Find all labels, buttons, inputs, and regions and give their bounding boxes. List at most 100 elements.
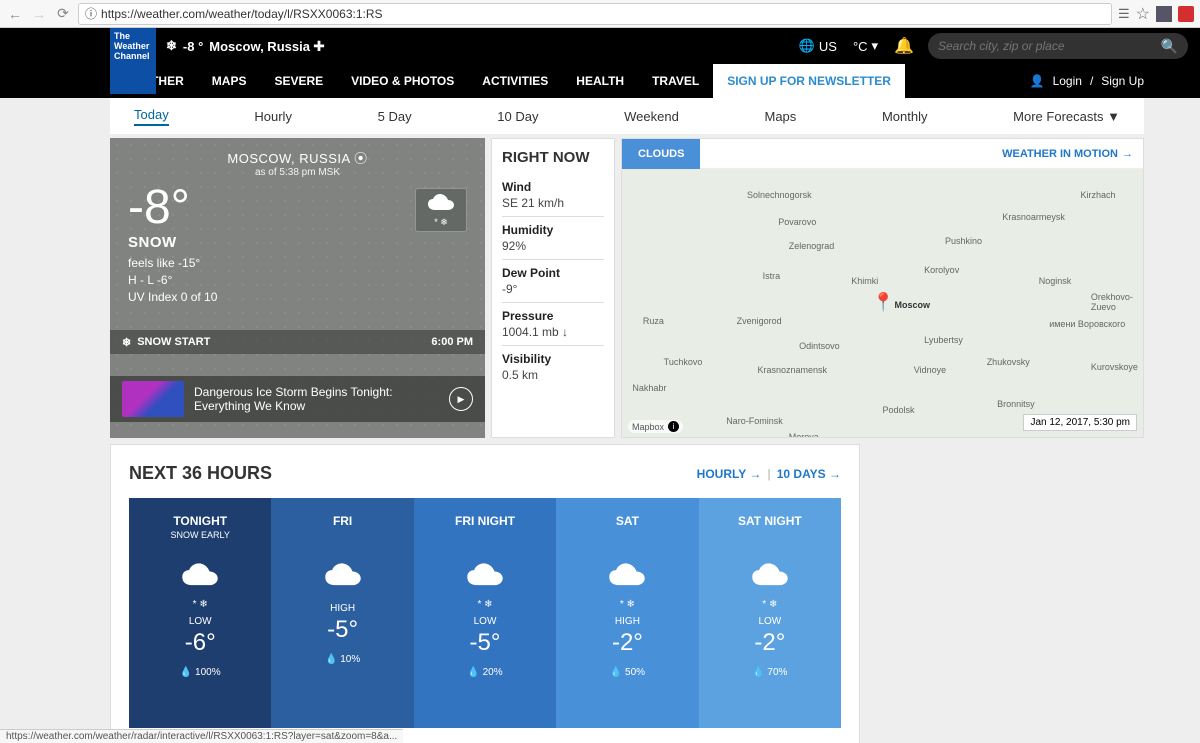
map-city-label: Mereva (789, 432, 819, 437)
map-city-label: Orekhovo-Zuevo (1091, 292, 1143, 312)
hero-condition-icon: * ❄ (415, 188, 467, 232)
nav-item-travel[interactable]: TRAVEL (638, 64, 713, 98)
play-icon[interactable]: ▶ (449, 387, 473, 411)
map-city-label: Khimki (851, 276, 878, 286)
header-location[interactable]: ❄ -8 ° Moscow, Russia (166, 38, 310, 54)
map-city-label: Solnechnogorsk (747, 190, 812, 200)
hero-details: feels like -15° H - L -6° UV Index 0 of … (128, 255, 217, 305)
map-city-label: Zelenograd (789, 241, 835, 251)
subnav-item-maps[interactable]: Maps (765, 109, 797, 124)
map-marker-icon: 📍Moscow (872, 292, 930, 313)
subnav-item-hourly[interactable]: Hourly (254, 109, 292, 124)
globe-icon: 🌐 (799, 38, 815, 54)
nav-item-video-photos[interactable]: VIDEO & PHOTOS (337, 64, 468, 98)
news-thumbnail (122, 381, 184, 417)
nav-item-maps[interactable]: MAPS (198, 64, 261, 98)
map-panel: CLOUDS WEATHER IN MOTION→ 📍Moscow Jan 12… (621, 138, 1144, 438)
snowflake-icon: ❄ (122, 336, 131, 349)
signup-link[interactable]: Sign Up (1101, 74, 1144, 88)
hero-strip[interactable]: ❄SNOW START 6:00 PM (110, 330, 485, 354)
stat-wind: WindSE 21 km/h (502, 174, 604, 217)
map-city-label: Noginsk (1039, 276, 1072, 286)
nav-item-activities[interactable]: ACTIVITIES (468, 64, 562, 98)
bookmark-star-icon[interactable]: ☆ (1136, 4, 1150, 24)
search-box[interactable]: 🔍 (928, 33, 1188, 59)
hero-condition: SNOW (128, 234, 217, 251)
forward-icon[interactable]: → (30, 5, 48, 23)
map-city-label: Kirzhach (1080, 190, 1115, 200)
subnav-item-10-day[interactable]: 10 Day (497, 109, 538, 124)
login-link[interactable]: Login (1053, 74, 1082, 88)
logo[interactable]: The Weather Channel (110, 28, 156, 94)
map-city-label: Povarovo (778, 217, 816, 227)
user-icon: 👤 (1030, 74, 1045, 88)
subnav-item-monthly[interactable]: Monthly (882, 109, 928, 124)
hero-location: MOSCOW, RUSSIA ⦿ (110, 138, 485, 167)
map-canvas[interactable]: 📍Moscow Jan 12, 2017, 5:30 pm Mapboxi So… (622, 169, 1143, 437)
nav-newsletter[interactable]: SIGN UP FOR NEWSLETTER (713, 64, 905, 98)
map-city-label: Istra (763, 271, 781, 281)
map-city-label: Vidnoye (914, 365, 946, 375)
translate-icon[interactable]: ☰ (1118, 6, 1130, 22)
nav-item-severe[interactable]: SEVERE (260, 64, 337, 98)
snowflake-icon: ❄ (166, 38, 177, 54)
add-location-button[interactable]: ✚ (310, 37, 328, 55)
browser-status-bar: https://weather.com/weather/radar/intera… (0, 729, 403, 743)
unit-select[interactable]: °C▾ (845, 38, 886, 54)
main-nav: WEATHERMAPSSEVEREVIDEO & PHOTOSACTIVITIE… (0, 64, 1200, 98)
map-timestamp: Jan 12, 2017, 5:30 pm (1023, 414, 1137, 431)
forecast-card[interactable]: FRI NIGHT * ❄LOW-5°💧 20% (414, 498, 556, 728)
forecast-card[interactable]: FRI HIGH-5°💧 10% (271, 498, 413, 728)
url-text: https://weather.com/weather/today/l/RSXX… (101, 7, 382, 21)
subnav-item-weekend[interactable]: Weekend (624, 109, 679, 124)
search-input[interactable] (938, 39, 1161, 53)
stat-pressure: Pressure1004.1 mb ↓ (502, 303, 604, 346)
back-icon[interactable]: ← (6, 5, 24, 23)
right-now-panel: RIGHT NOW WindSE 21 km/hHumidity92%Dew P… (491, 138, 615, 438)
weather-in-motion-link[interactable]: WEATHER IN MOTION→ (992, 148, 1143, 160)
hero-news[interactable]: Dangerous Ice Storm Begins Tonight: Ever… (110, 376, 485, 422)
extension-icon-1[interactable] (1156, 6, 1172, 22)
notifications-icon[interactable]: 🔔 (886, 36, 922, 56)
chevron-down-icon: ▾ (872, 38, 879, 54)
forecast-card[interactable]: TONIGHTSNOW EARLY* ❄LOW-6°💧 100% (129, 498, 271, 728)
hero-temp: -8° (128, 184, 217, 232)
forecast-card[interactable]: SAT * ❄HIGH-2°💧 50% (556, 498, 698, 728)
stat-humidity: Humidity92% (502, 217, 604, 260)
target-icon[interactable]: ⦿ (354, 151, 368, 166)
top-bar: The Weather Channel ❄ -8 ° Moscow, Russi… (0, 28, 1200, 64)
map-city-label: Korolyov (924, 265, 959, 275)
map-attribution: Mapboxi (628, 420, 683, 433)
map-city-label: имени Воровского (1049, 319, 1125, 329)
subnav-item-5-day[interactable]: 5 Day (378, 109, 412, 124)
stat-dew-point: Dew Point-9° (502, 260, 604, 303)
subnav-item-more-forecasts-[interactable]: More Forecasts ▼ (1013, 109, 1120, 124)
map-city-label: Odintsovo (799, 341, 840, 351)
map-city-label: Naro-Fominsk (726, 416, 783, 426)
map-city-label: Ruza (643, 316, 664, 326)
map-city-label: Krasnoznamensk (757, 365, 827, 375)
search-icon[interactable]: 🔍 (1161, 38, 1178, 55)
info-icon: ⓘ (85, 5, 97, 22)
subnav-item-today[interactable]: Today (134, 107, 169, 126)
map-tab-clouds[interactable]: CLOUDS (622, 139, 700, 169)
forecast-card[interactable]: SAT NIGHT * ❄LOW-2°💧 70% (699, 498, 841, 728)
map-city-label: Pushkino (945, 236, 982, 246)
ten-days-link[interactable]: 10 DAYS → (777, 467, 841, 481)
nav-item-health[interactable]: HEALTH (562, 64, 638, 98)
next-36-title: NEXT 36 HOURS (129, 463, 272, 484)
extension-icon-2[interactable] (1178, 6, 1194, 22)
stat-visibility: Visibility0.5 km (502, 346, 604, 388)
map-city-label: Nakhabr (632, 383, 666, 393)
url-bar[interactable]: ⓘ https://weather.com/weather/today/l/RS… (78, 3, 1112, 25)
map-city-label: Podolsk (883, 405, 915, 415)
sub-nav: Today Hourly 5 Day 10 Day Weekend Maps Monthly… (110, 98, 1144, 134)
reload-icon[interactable]: ⟳ (54, 5, 72, 23)
map-city-label: Tuchkovo (664, 357, 703, 367)
map-city-label: Zhukovsky (987, 357, 1030, 367)
country-select[interactable]: 🌐 US (791, 38, 845, 54)
map-city-label: Bronnitsy (997, 399, 1035, 409)
right-now-title: RIGHT NOW (502, 149, 604, 166)
hourly-link[interactable]: HOURLY → (697, 467, 762, 481)
info-icon[interactable]: i (668, 421, 679, 432)
